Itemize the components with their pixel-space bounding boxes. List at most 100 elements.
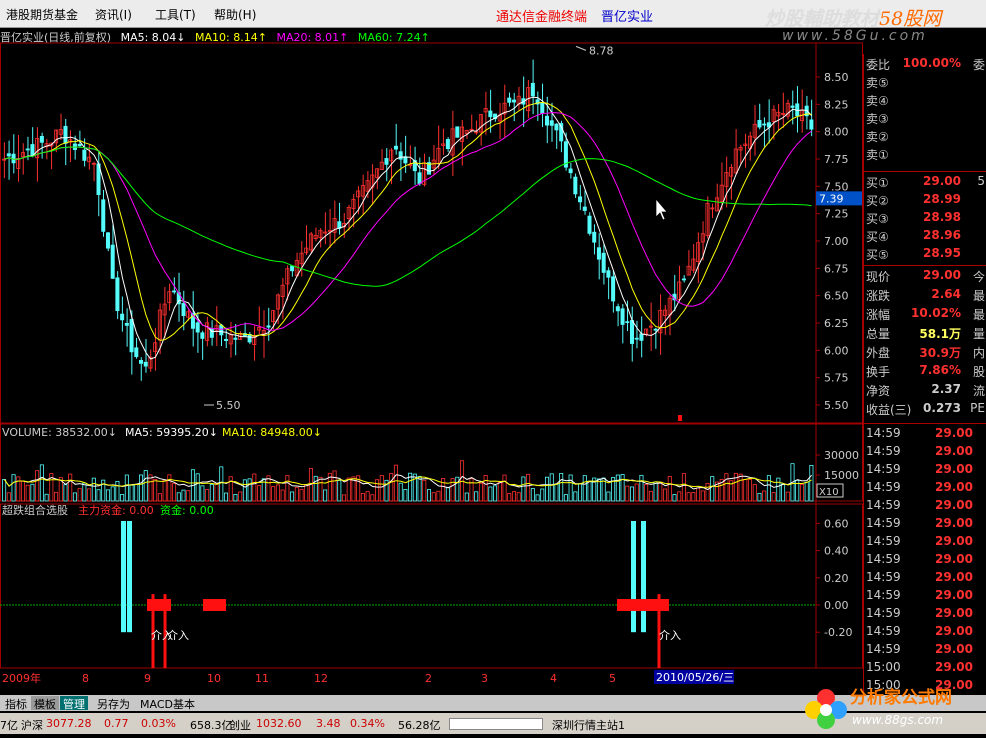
candle-body	[223, 338, 229, 341]
volume-bar	[422, 479, 427, 502]
volume-bar	[91, 477, 96, 502]
candle-body	[63, 125, 68, 144]
volume-bar	[696, 487, 701, 502]
volume-bar	[54, 491, 59, 502]
tab-save-as[interactable]: 另存为	[94, 696, 133, 711]
volume-bar	[266, 475, 271, 502]
volume-bar	[39, 464, 44, 502]
price-frame	[0, 42, 863, 424]
tab-indicator[interactable]: 指标	[2, 696, 30, 711]
volume-bar	[63, 484, 68, 502]
candle-body	[762, 123, 767, 126]
volume-unit-label: X10	[819, 487, 839, 498]
price-axis-label: 7.00	[824, 235, 849, 248]
volume-bar	[105, 489, 110, 502]
volume-bar	[238, 491, 243, 502]
candle-body	[606, 270, 611, 278]
volume-bar	[431, 492, 436, 502]
volume-bar	[752, 484, 757, 502]
quote-buy-row: 买⑤ 28.95	[864, 246, 986, 264]
quote-sell-row: 卖①	[864, 146, 986, 164]
quote-value: 28.95	[923, 246, 961, 260]
date-axis-label: 4	[550, 672, 557, 685]
volume-bar	[101, 479, 106, 502]
volume-bar	[389, 473, 394, 502]
status-index-volume: 658.3亿	[190, 719, 233, 732]
candle-body	[511, 99, 516, 103]
tab-template[interactable]: 模板	[31, 696, 59, 711]
menu-futures[interactable]: 港股期货基金	[6, 6, 78, 23]
tick-time: 14:59	[866, 480, 901, 494]
price-axis-label: 7.75	[824, 153, 849, 166]
tick-price: 29.00	[935, 552, 973, 566]
divider	[864, 423, 986, 424]
menu-help[interactable]: 帮助(H)	[214, 6, 256, 23]
tick-row: 14:59 29.00	[864, 642, 986, 660]
volume-bar	[559, 473, 564, 502]
divider	[864, 171, 986, 172]
status-index-name: 沪深	[21, 719, 43, 732]
volume-bar	[700, 490, 705, 502]
volume-bar	[677, 491, 682, 502]
quote-value: 28.99	[923, 192, 961, 206]
kline-chart-area[interactable]: 介入介入 介入 8.508.258.007.757.507.257.006.756…	[0, 27, 863, 695]
volume-bar	[629, 486, 635, 502]
volume-bar	[644, 483, 649, 502]
volume-bar	[25, 484, 30, 502]
date-cursor-label: 2010/05/26/三	[656, 671, 734, 684]
volume-bar	[474, 491, 479, 502]
volume-bar	[672, 494, 677, 502]
candle-body	[549, 120, 554, 126]
menu-tools[interactable]: 工具(T)	[155, 6, 196, 23]
ma20-line	[4, 112, 812, 331]
volume-bar	[172, 483, 177, 502]
volume-bar	[205, 489, 210, 502]
candle-body	[105, 232, 110, 249]
volume-bar	[445, 486, 450, 502]
volume-bar	[596, 478, 601, 502]
quote-stat-row: 外盘 30.9万内	[864, 344, 986, 362]
logo-url: www.88gs.com	[852, 713, 943, 727]
price-axis-label: 6.00	[824, 344, 849, 357]
quote-value: 100.00%	[902, 56, 961, 70]
volume-bar	[804, 481, 809, 502]
tab-manage[interactable]: 管理	[60, 696, 88, 711]
promo-text[interactable]: 通达信金融终端	[496, 6, 587, 25]
candle-body	[554, 123, 559, 131]
volume-bar	[148, 474, 153, 502]
volume-bar	[82, 482, 87, 502]
volume-bar	[757, 492, 762, 502]
candle-body	[790, 105, 795, 108]
candle-body	[625, 321, 630, 324]
current-price-label: 7.39	[819, 192, 844, 205]
status-gem-change: 3.48	[316, 717, 341, 730]
volume-bar	[223, 492, 229, 502]
volume-bar	[186, 490, 191, 502]
quote-label: 买①	[866, 176, 889, 190]
date-axis-label: 5	[609, 672, 616, 685]
quote-buy-row: 买② 28.99	[864, 192, 986, 210]
volume-bar	[257, 485, 262, 502]
tab-macd[interactable]: MACD基本	[137, 696, 198, 711]
candle-body	[639, 333, 644, 341]
price-axis-label: 8.25	[824, 98, 849, 111]
candle-body	[139, 360, 144, 364]
tick-row: 14:59 29.00	[864, 534, 986, 552]
candle-body	[587, 215, 592, 234]
volume-bar	[776, 477, 781, 502]
volume-bar	[313, 475, 318, 502]
volume-bar	[516, 492, 521, 502]
status-server[interactable]: 深圳行情主站1	[552, 717, 625, 733]
volume-bar	[115, 480, 120, 502]
menu-info[interactable]: 资讯(I)	[95, 6, 132, 23]
volume-bar	[658, 481, 663, 502]
volume-bar	[710, 476, 715, 502]
tick-time: 14:59	[866, 570, 901, 584]
date-axis-label: 2	[425, 672, 432, 685]
tick-row: 14:59 29.00	[864, 444, 986, 462]
quote-stat-row: 换手 7.86% 股	[864, 363, 986, 381]
volume-bar	[809, 464, 814, 502]
volume-bar	[365, 491, 370, 502]
tick-time: 14:59	[866, 462, 901, 476]
tick-row: 14:59 29.00	[864, 516, 986, 534]
